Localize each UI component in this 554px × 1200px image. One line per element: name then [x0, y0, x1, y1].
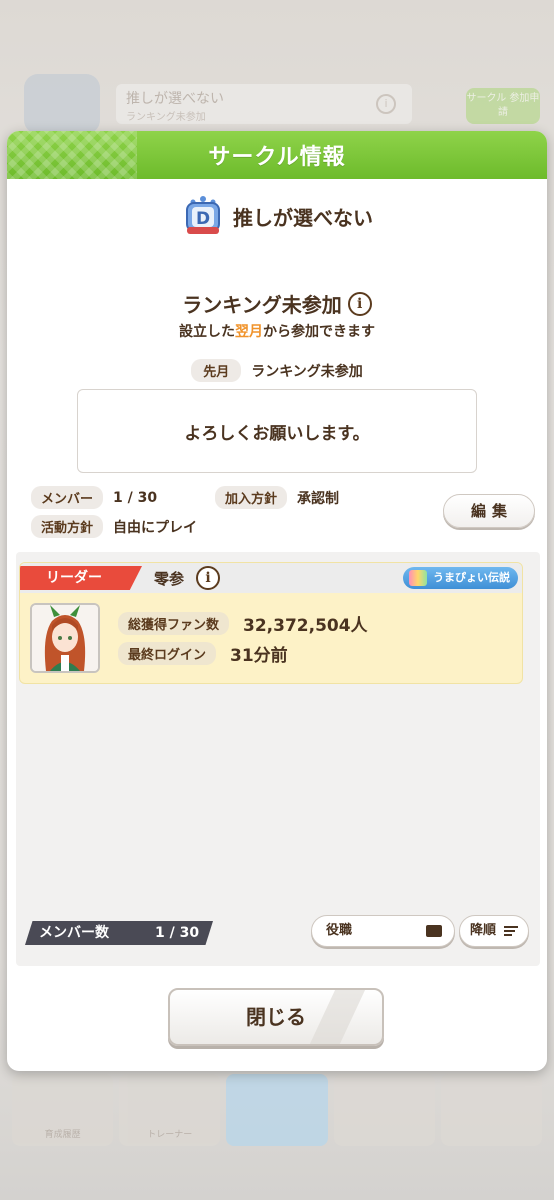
circle-comment: よろしくお願いします。 — [184, 423, 370, 444]
ranking-note-accent: 翌月 — [235, 324, 263, 340]
ranking-status: ランキング未参加 — [182, 293, 342, 317]
member-count-bar: メンバー数 1 / 30 — [25, 921, 213, 945]
last-login-label: 最終ログイン — [118, 642, 217, 665]
join-policy-label: 加入方針 — [215, 486, 288, 509]
dialog-title: サークル情報 — [208, 145, 346, 170]
member-list-panel: リーダー 零参 i うまぴょい伝説 総獲得ファン数 32,372,504人 最終… — [16, 552, 540, 966]
member-card-header: リーダー 零参 i うまぴょい伝説 — [20, 563, 522, 593]
last-login-row: 最終ログイン 31分前 — [118, 641, 288, 666]
sort-order-label: 降順 — [470, 923, 497, 938]
sort-order-button[interactable]: 降順 — [459, 915, 529, 947]
background-circle-bar: 推しが選べない ランキング未参加 i — [116, 84, 412, 124]
ranking-info-icon[interactable]: i — [347, 291, 372, 316]
background-info-icon: i — [376, 94, 396, 114]
background-menu-item — [440, 1074, 543, 1146]
member-name: 零参 — [154, 570, 185, 588]
ranking-note-text: 設立した — [179, 324, 235, 340]
members-value: 1 / 30 — [113, 489, 158, 506]
last-login-value: 31分前 — [230, 646, 288, 666]
member-card[interactable]: リーダー 零参 i うまぴょい伝説 総獲得ファン数 32,372,504人 最終… — [19, 562, 523, 684]
fans-value: 32,372,504人 — [243, 616, 368, 636]
dialog-header: サークル情報 — [7, 131, 547, 179]
sort-lines-icon — [504, 926, 518, 936]
background-circle-name: 推しが選べない — [126, 91, 224, 107]
background-menu: 育成履歴 トレーナー — [12, 1074, 543, 1146]
edit-button[interactable]: 編集 — [443, 494, 535, 528]
member-avatar — [30, 603, 100, 673]
last-month-row: 先月 ランキング未参加 — [7, 359, 547, 382]
member-title: うまぴょい伝説 — [433, 571, 510, 584]
activity-policy-row: 活動方針 自由にプレイ — [31, 515, 197, 538]
background-join-button: サークル 参加申請 — [466, 88, 540, 124]
members-policy-row: メンバー 1 / 30 加入方針 承認制 — [31, 486, 339, 509]
role-filter-button[interactable]: 役職 — [311, 915, 455, 947]
background-menu-item — [226, 1074, 328, 1146]
fans-label: 総獲得ファン数 — [118, 612, 230, 635]
circle-info-dialog: サークル情報 D 推しが選べない ランキング未参加 i 設立した翌月から参加でき… — [7, 131, 547, 1071]
background-menu-label: 育成履歴 — [44, 1130, 81, 1140]
circle-name: 推しが選べない — [233, 205, 373, 230]
rank-badge-letter: D — [196, 209, 210, 229]
member-count-value: 1 / 30 — [155, 925, 200, 941]
title-badge-icon — [409, 570, 427, 586]
last-month-label: 先月 — [191, 359, 242, 382]
role-filter-label: 役職 — [326, 923, 353, 938]
last-month-value: ランキング未参加 — [251, 363, 363, 380]
ranking-note-text: から参加できます — [263, 324, 375, 340]
activity-policy-label: 活動方針 — [31, 515, 104, 538]
circle-name-row: D 推しが選べない — [7, 195, 547, 237]
leader-ribbon: リーダー — [20, 566, 142, 590]
ranking-status-row: ランキング未参加 i — [7, 289, 547, 318]
close-button[interactable]: 閉じる — [168, 988, 384, 1046]
rank-badge-icon: D — [181, 195, 225, 237]
member-info-icon[interactable]: i — [196, 566, 220, 590]
activity-policy-value: 自由にプレイ — [113, 519, 198, 536]
join-policy-value: 承認制 — [297, 490, 340, 507]
background-rank-emblem — [24, 74, 100, 134]
members-label: メンバー — [31, 486, 104, 509]
background-menu-item — [333, 1074, 435, 1146]
circle-comment-box: よろしくお願いします。 — [77, 389, 477, 473]
fans-row: 総獲得ファン数 32,372,504人 — [118, 611, 368, 636]
background-circle-sub: ランキング未参加 — [126, 112, 206, 123]
background-menu-item: 育成履歴 — [12, 1074, 114, 1146]
member-title-badge: うまぴょい伝説 — [403, 567, 518, 589]
cards-icon — [426, 925, 442, 937]
background-menu-item: トレーナー — [119, 1074, 221, 1146]
ranking-note: 設立した翌月から参加できます — [7, 321, 547, 341]
member-count-label: メンバー数 — [39, 925, 109, 941]
background-menu-label: トレーナー — [147, 1130, 193, 1140]
